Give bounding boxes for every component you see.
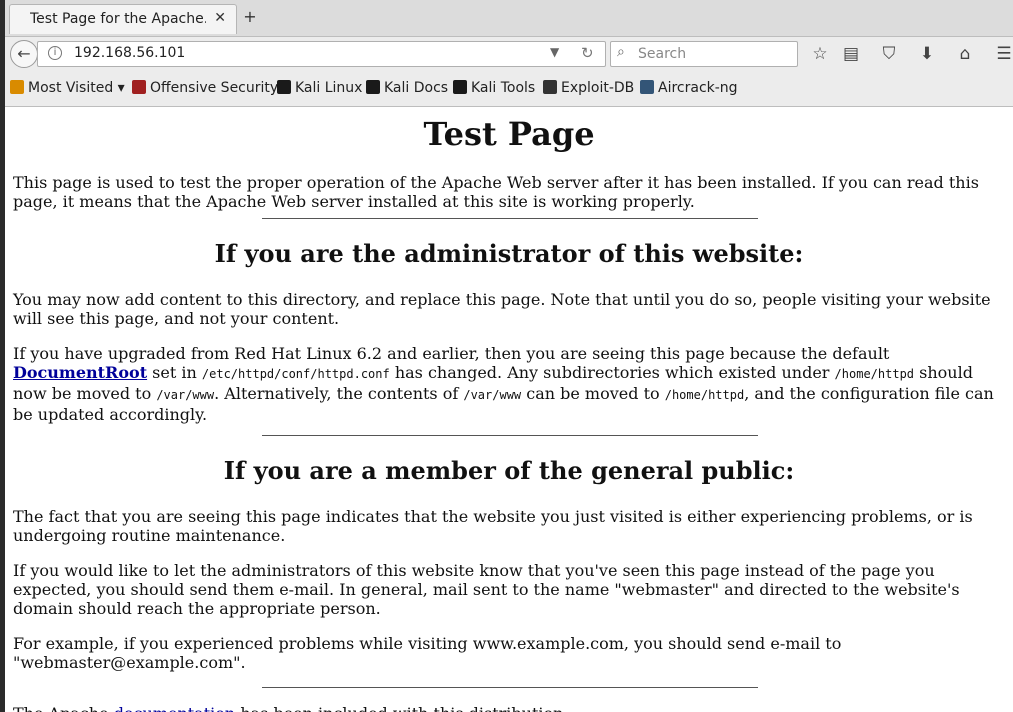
url-text[interactable]: 192.168.56.101 xyxy=(74,45,185,61)
divider xyxy=(262,687,758,688)
bookmarks-toolbar: Most Visited ▾ Offensive Security Kali L… xyxy=(5,71,1013,106)
tab-apache-test-page[interactable]: Test Page for the Apache... ✕ xyxy=(9,4,237,34)
navigation-toolbar: ← i 192.168.56.101 ▼ ↻ ⌕ Search ☆ ▤ ⛉ ⬇ … xyxy=(5,36,1013,70)
kali-dragon-icon xyxy=(453,80,467,94)
browser-chrome: Test Page for the Apache... ✕ + ← i 192.… xyxy=(5,0,1013,107)
search-icon: ⌕ xyxy=(617,44,625,60)
kali-dragon-icon xyxy=(277,80,291,94)
offensive-security-icon xyxy=(132,80,146,94)
url-bar[interactable]: i 192.168.56.101 ▼ ↻ xyxy=(37,41,606,67)
bookmark-kali-tools[interactable]: Kali Tools xyxy=(453,80,535,96)
reload-icon[interactable]: ↻ xyxy=(581,44,594,62)
bookmark-exploit-db[interactable]: Exploit-DB xyxy=(543,80,634,96)
intro-paragraph: This page is used to test the proper ope… xyxy=(13,173,979,211)
bookmark-kali-docs[interactable]: Kali Docs xyxy=(366,80,448,96)
tab-close-icon[interactable]: ✕ xyxy=(214,10,226,26)
new-tab-button[interactable]: + xyxy=(241,8,259,26)
aircrack-icon xyxy=(640,80,654,94)
admin-paragraph-2: If you have upgraded from Red Hat Linux … xyxy=(13,344,994,424)
public-paragraph-1: The fact that you are seeing this page i… xyxy=(13,507,973,545)
home-icon[interactable]: ⌂ xyxy=(954,44,976,64)
page-content: Test Page This page is used to test the … xyxy=(5,107,1013,712)
search-placeholder: Search xyxy=(638,46,687,62)
url-history-dropdown-icon[interactable]: ▼ xyxy=(550,45,559,59)
public-paragraph-2: If you would like to let the administrat… xyxy=(13,561,960,618)
back-button[interactable]: ← xyxy=(10,40,38,68)
site-info-icon[interactable]: i xyxy=(48,46,62,60)
public-paragraph-3: For example, if you experienced problems… xyxy=(13,634,842,672)
bookmark-kali-linux[interactable]: Kali Linux xyxy=(277,80,362,96)
bookmark-aircrack-ng[interactable]: Aircrack-ng xyxy=(640,80,738,96)
admin-paragraph-1: You may now add content to this director… xyxy=(13,290,991,328)
divider xyxy=(262,218,758,219)
admin-heading: If you are the administrator of this web… xyxy=(214,239,804,268)
star-icon[interactable]: ☆ xyxy=(809,44,831,64)
tab-bar: Test Page for the Apache... ✕ + xyxy=(5,0,1013,37)
divider xyxy=(262,435,758,436)
page-title: Test Page xyxy=(423,115,595,153)
public-heading: If you are a member of the general publi… xyxy=(223,456,795,485)
bookmark-most-visited[interactable]: Most Visited ▾ xyxy=(10,80,125,96)
search-input[interactable]: ⌕ Search xyxy=(610,41,798,67)
folder-icon xyxy=(10,80,24,94)
pocket-icon[interactable]: ⛉ xyxy=(878,44,900,64)
kali-dragon-icon xyxy=(366,80,380,94)
exploit-db-icon xyxy=(543,80,557,94)
documentroot-link[interactable]: DocumentRoot xyxy=(13,363,147,382)
footer-paragraph: The Apache documentation has been includ… xyxy=(13,704,1005,712)
tab-title: Test Page for the Apache... xyxy=(30,11,206,27)
menu-icon[interactable]: ☰ xyxy=(993,44,1013,64)
documentation-link[interactable]: documentation xyxy=(114,704,236,712)
download-icon[interactable]: ⬇ xyxy=(916,44,938,64)
bookmark-offensive-security[interactable]: Offensive Security xyxy=(132,80,278,96)
reading-list-icon[interactable]: ▤ xyxy=(840,44,862,64)
